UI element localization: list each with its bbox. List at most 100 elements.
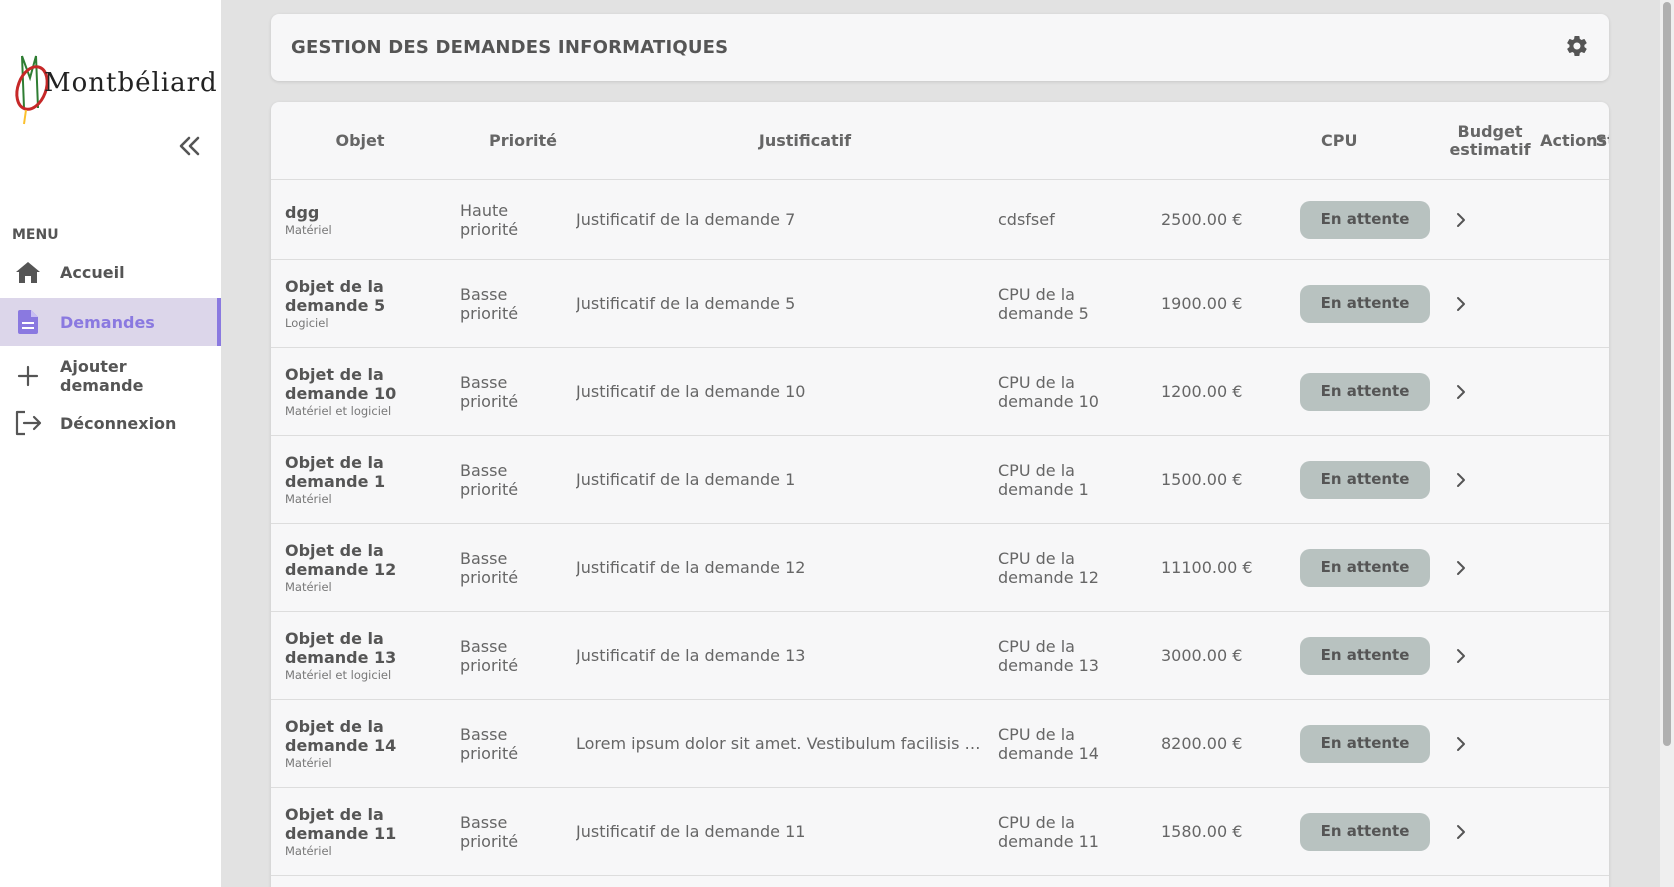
priorite-text: Basse priorité	[460, 284, 519, 323]
cpu-text: CPU de la demande 5	[998, 284, 1089, 323]
cell-objet: Objet de la demande 13 Matériel et logici…	[285, 612, 445, 699]
status-badge[interactable]: En attente	[1300, 284, 1430, 323]
collapse-sidebar-button[interactable]	[176, 134, 204, 158]
column-header-objet[interactable]: Objet	[285, 102, 435, 180]
sidebar: Montbéliard MENU Accueil Demandes Ajoute…	[0, 0, 221, 887]
plus-icon	[14, 362, 42, 390]
justificatif-text: Justificatif de la demande 12	[576, 558, 806, 577]
cell-budget: 1900.00 €	[1161, 260, 1281, 347]
budget-text: 1580.00 €	[1161, 822, 1243, 841]
cell-justificatif: Justificatif de la demande 13	[576, 612, 996, 699]
cell-justificatif: Justificatif de la demande 7	[576, 180, 996, 259]
cell-budget: 1500.00 €	[1161, 436, 1281, 523]
objet-type: Matériel	[285, 756, 332, 770]
cell-statut: En attente	[1300, 436, 1435, 523]
cell-actions	[1451, 348, 1475, 435]
status-badge[interactable]: En attente	[1300, 812, 1430, 851]
status-badge[interactable]: En attente	[1300, 200, 1430, 239]
sidebar-item-label: Ajouter demande	[60, 357, 144, 395]
budget-text: 1500.00 €	[1161, 470, 1243, 489]
table-row[interactable]: Objet de la demande 5 Logiciel Basse prior…	[271, 260, 1609, 348]
justificatif-text: Justificatif de la demande 7	[576, 210, 796, 229]
objet-title: Objet de la demande 13	[285, 629, 397, 667]
cell-justificatif: Justificatif de la demande 1	[576, 436, 996, 523]
budget-text: 2500.00 €	[1161, 210, 1243, 229]
cell-budget: 1200.00 €	[1161, 348, 1281, 435]
cell-cpu: CPU de la demande 1	[998, 436, 1118, 523]
priorite-text: Basse priorité	[460, 372, 519, 411]
sidebar-item-ajouter-demande[interactable]: Ajouter demande	[0, 354, 221, 398]
sidebar-item-label: Déconnexion	[60, 413, 177, 433]
table-row[interactable]: Objet de la demande 12 Matériel Basse prio…	[271, 524, 1609, 612]
chevron-right-icon[interactable]	[1451, 558, 1471, 578]
cell-priorite: Basse priorité	[460, 700, 540, 787]
chevron-right-icon[interactable]	[1451, 210, 1471, 230]
chevron-right-icon[interactable]	[1451, 294, 1471, 314]
cell-actions	[1451, 260, 1475, 347]
table-row[interactable]: Objet de la demande 13 Matériel et logici…	[271, 612, 1609, 700]
cell-objet: Objet de la demande 10 Matériel et logici…	[285, 348, 445, 435]
priorite-text: Basse priorité	[460, 548, 519, 587]
table-row[interactable]: Objet de la demande 14 Matériel Basse prio…	[271, 700, 1609, 788]
table-row[interactable]: Objet de la demande 10 Matériel et logici…	[271, 348, 1609, 436]
justificatif-text: Justificatif de la demande 10	[576, 382, 806, 401]
justificatif-text: Justificatif de la demande 5	[576, 294, 796, 313]
cell-statut: En attente	[1300, 612, 1435, 699]
cell-priorite: Basse priorité	[460, 612, 540, 699]
chevron-right-icon[interactable]	[1451, 382, 1471, 402]
cell-cpu: CPU de la demande 11	[998, 788, 1118, 875]
cell-actions	[1451, 612, 1475, 699]
budget-text: 3000.00 €	[1161, 646, 1243, 665]
objet-title: Objet de la demande 1	[285, 453, 386, 491]
justificatif-text: Justificatif de la demande 11	[576, 822, 806, 841]
cell-budget: 3000.00 €	[1161, 612, 1281, 699]
cell-priorite: Haute priorité	[460, 180, 540, 259]
status-badge[interactable]: En attente	[1300, 724, 1430, 763]
status-badge[interactable]: En attente	[1300, 636, 1430, 675]
table-row[interactable]: Objet de la demande 11 Matériel Basse prio…	[271, 788, 1609, 876]
sidebar-item-demandes[interactable]: Demandes	[0, 298, 221, 346]
status-badge[interactable]: En attente	[1300, 460, 1430, 499]
objet-type: Matériel	[285, 492, 332, 506]
priorite-text: Haute priorité	[460, 200, 519, 239]
objet-type: Matériel	[285, 222, 332, 237]
cell-budget: 1580.00 €	[1161, 788, 1281, 875]
double-chevron-left-icon	[179, 136, 200, 156]
logo: Montbéliard	[14, 48, 217, 128]
cell-objet: Objet de la demande 14 Matériel	[285, 700, 445, 787]
cell-priorite: Basse priorité	[460, 788, 540, 875]
objet-type: Matériel et logiciel	[285, 404, 392, 418]
table-row[interactable]: Objet de la demande 1 Matériel Basse prior…	[271, 436, 1609, 524]
cell-budget: 8200.00 €	[1161, 700, 1281, 787]
cell-justificatif: Justificatif de la demande 11	[576, 788, 996, 875]
sidebar-item-deconnexion[interactable]: Déconnexion	[0, 406, 221, 440]
page-header: GESTION DES DEMANDES INFORMATIQUES	[271, 14, 1609, 81]
cell-objet: Objet de la demande 12 Matériel	[285, 524, 445, 611]
status-badge[interactable]: En attente	[1300, 548, 1430, 587]
scrollbar[interactable]	[1660, 0, 1674, 887]
table-header: Objet Priorité Justificatif CPU Budget e…	[271, 102, 1609, 180]
sidebar-item-accueil[interactable]: Accueil	[0, 254, 221, 290]
chevron-right-icon[interactable]	[1451, 734, 1471, 754]
chevron-right-icon[interactable]	[1451, 822, 1471, 842]
status-badge[interactable]: En attente	[1300, 372, 1430, 411]
chevron-right-icon[interactable]	[1451, 470, 1471, 490]
menu-label: MENU	[12, 227, 59, 243]
cpu-text: CPU de la demande 12	[998, 548, 1099, 587]
column-header-priorite[interactable]: Priorité	[457, 102, 589, 180]
scrollbar-thumb[interactable]	[1663, 2, 1671, 746]
cell-justificatif: Justificatif de la demande 10	[576, 348, 996, 435]
table-row[interactable]: dgg Matériel Haute priorité Justificatif de…	[271, 180, 1609, 260]
budget-text: 1200.00 €	[1161, 382, 1243, 401]
cell-cpu: CPU de la demande 10	[998, 348, 1118, 435]
cell-cpu: cdsfsef	[998, 180, 1118, 259]
column-header-justificatif[interactable]: Justificatif	[589, 102, 1021, 180]
cpu-text: CPU de la demande 11	[998, 812, 1099, 851]
priorite-text: Basse priorité	[460, 636, 519, 675]
cell-cpu: CPU de la demande 12	[998, 524, 1118, 611]
settings-button[interactable]	[1565, 34, 1589, 58]
cell-cpu: CPU de la demande 5	[998, 260, 1118, 347]
cpu-text: CPU de la demande 14	[998, 724, 1099, 763]
objet-type: Logiciel	[285, 316, 329, 330]
chevron-right-icon[interactable]	[1451, 646, 1471, 666]
